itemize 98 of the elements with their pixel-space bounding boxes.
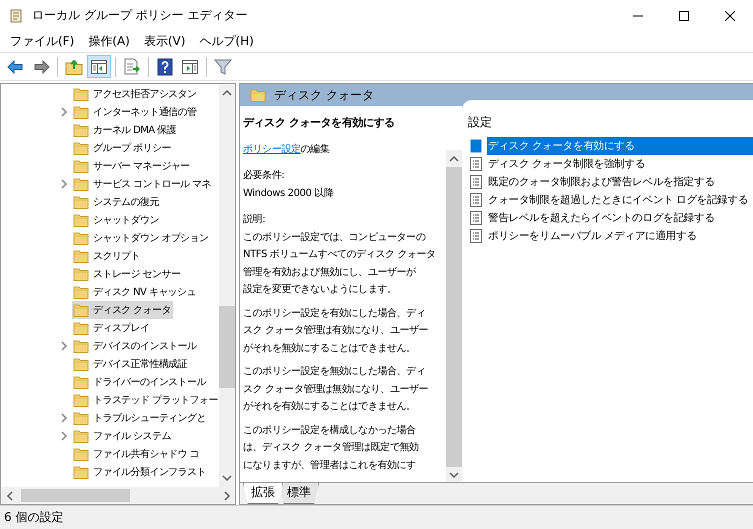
folder-icon (73, 248, 89, 264)
folder-icon (73, 428, 89, 444)
menu-item[interactable]: 表示(V) (136, 33, 192, 50)
column-header[interactable]: 設定 (468, 114, 753, 131)
tree-item[interactable]: シャットダウン オプション (72, 229, 210, 247)
tree-item[interactable]: トラステッド プラットフォー (72, 391, 219, 409)
tree-item[interactable]: ファイル共有シャドウ コ (72, 445, 201, 463)
expand-chevron-icon[interactable] (60, 413, 68, 423)
folder-icon (73, 338, 89, 354)
description-paragraph: このポリシー設定を構成しなかった場合 は、ディスク クォータ管理は既定で無効 になりますが、管理者はこれを有効にす (243, 424, 420, 472)
description-paragraph: このポリシー設定では、コンピューターの NTFS ボリュームすべてのディスク クォータ 管理を有効および無効にし、ユーザーが 設定を変更できないようにします。 (243, 230, 437, 297)
tree-item[interactable]: グループ ポリシー (72, 139, 173, 157)
edit-line: ポリシー設定の編集 (243, 142, 330, 156)
policy-setting-icon (468, 228, 484, 244)
close-icon (725, 10, 735, 20)
scroll-down-icon[interactable] (221, 473, 233, 483)
policy-setting-icon (468, 174, 484, 190)
scrollbar-thumb[interactable] (21, 489, 130, 502)
folder-icon (73, 104, 89, 120)
horizontal-scrollbar[interactable] (1, 487, 235, 504)
tree-item[interactable]: ストレージ センサー (72, 265, 182, 283)
policy-setting-icon (468, 192, 484, 208)
policy-setting-icon (468, 156, 484, 172)
folder-icon (73, 356, 89, 372)
description-label: 説明: (243, 212, 266, 227)
folder-icon (73, 284, 89, 300)
folder-icon (73, 158, 89, 174)
scroll-down-icon[interactable] (448, 470, 460, 480)
scroll-up-icon[interactable] (221, 88, 233, 98)
folder-icon (73, 446, 89, 462)
description-paragraph: このポリシー設定を有効にした場合、ディ スク クォータ管理は有効になり、ユーザー がそれを無効にすることはできません。 (243, 306, 430, 356)
tree-item[interactable]: スクリプト (72, 247, 142, 265)
policy-setting-icon (468, 210, 484, 226)
tree-item[interactable]: アクセス拒否アシスタン (72, 85, 198, 103)
tree-item[interactable]: デバイスのインストール (72, 337, 198, 355)
export-list-icon (122, 56, 142, 76)
folder-icon (73, 194, 89, 210)
expand-chevron-icon[interactable] (60, 107, 68, 117)
view-tab[interactable]: 拡張 (243, 483, 283, 504)
folder-icon (73, 464, 89, 480)
tree-item[interactable]: ドライバーのインストール (72, 373, 208, 391)
tree-item[interactable]: サービス コントロール マネ (72, 175, 213, 193)
policy-title: ディスク クォータを有効にする (243, 115, 396, 131)
folder-icon (73, 122, 89, 138)
tree-item[interactable]: シャットダウン (72, 211, 161, 229)
expand-chevron-icon[interactable] (60, 179, 68, 189)
help-icon (155, 56, 175, 76)
folder-icon (73, 320, 89, 336)
tree-item[interactable]: インターネット通信の管 (72, 103, 198, 121)
tree-item[interactable]: トラブルシューティングと (72, 409, 208, 427)
tree-item[interactable]: サーバー マネージャー (72, 157, 192, 175)
tree-item[interactable]: システムの復元 (72, 193, 161, 211)
setting-item[interactable]: クォータ制限を超過したときにイベント ログを記録する (487, 191, 753, 209)
tree-item[interactable]: デバイス正常性構成証 (72, 355, 190, 373)
folder-icon (73, 212, 89, 228)
tree-item[interactable]: ファイル システム (72, 427, 173, 445)
status-text: 6 個の設定 (4, 509, 64, 526)
scroll-up-icon[interactable] (448, 154, 460, 164)
folder-icon (73, 86, 89, 102)
window-title: ローカル グループ ポリシー エディター (32, 7, 248, 24)
policy-setting-icon (468, 138, 484, 154)
policy-settings-link[interactable]: ポリシー設定 (243, 144, 301, 154)
maximize-icon (679, 10, 689, 20)
requirements-text: Windows 2000 以降 (243, 186, 334, 200)
folder-icon (73, 140, 89, 156)
folder-icon (250, 87, 266, 103)
expand-chevron-icon[interactable] (60, 431, 68, 441)
setting-item[interactable]: ディスク クォータを有効にする (487, 137, 753, 155)
setting-item[interactable]: 既定のクォータ制限および警告レベルを指定する (487, 173, 753, 191)
view-tab[interactable]: 標準 (279, 483, 319, 504)
scrollbar-thumb[interactable] (219, 306, 235, 388)
setting-item[interactable]: ディスク クォータ制限を強制する (487, 155, 753, 173)
tree-item[interactable]: ディスプレイ (72, 319, 152, 337)
folder-icon (73, 392, 89, 408)
folder-icon (73, 266, 89, 282)
tree-item[interactable]: ディスク NV キャッシュ (72, 283, 198, 301)
menu-item[interactable]: ファイル(F) (3, 33, 82, 50)
tree-item[interactable]: カーネル DMA 保護 (72, 121, 178, 139)
app-icon (8, 8, 24, 24)
scroll-left-icon[interactable] (5, 490, 15, 502)
vertical-scrollbar[interactable] (219, 84, 235, 487)
section-title: ディスク クォータ (274, 86, 374, 104)
setting-item[interactable]: 警告レベルを超えたらイベントのログを記録する (487, 209, 753, 227)
requirements-label: 必要条件: (243, 168, 286, 183)
tree-item[interactable]: ファイル分類インフラスト (72, 463, 208, 481)
filter-icon (213, 56, 233, 76)
setting-item[interactable]: ポリシーをリムーバブル メディアに適用する (487, 227, 753, 245)
folder-icon (73, 302, 89, 318)
tree-item[interactable]: ディスク クォータ (72, 301, 173, 319)
menu-item[interactable]: ヘルプ(H) (192, 33, 261, 50)
folder-icon (73, 176, 89, 192)
folder-icon (73, 374, 89, 390)
folder-icon (73, 230, 89, 246)
description-paragraph: このポリシー設定を無効にした場合、ディ スク クォータ管理は無効になり、ユーザー がそれを有効にすることはできません。 (243, 364, 430, 414)
menu-item[interactable]: 操作(A) (81, 33, 137, 50)
console-tree-button[interactable] (87, 55, 111, 78)
folder-icon (73, 410, 89, 426)
expand-chevron-icon[interactable] (60, 341, 68, 351)
